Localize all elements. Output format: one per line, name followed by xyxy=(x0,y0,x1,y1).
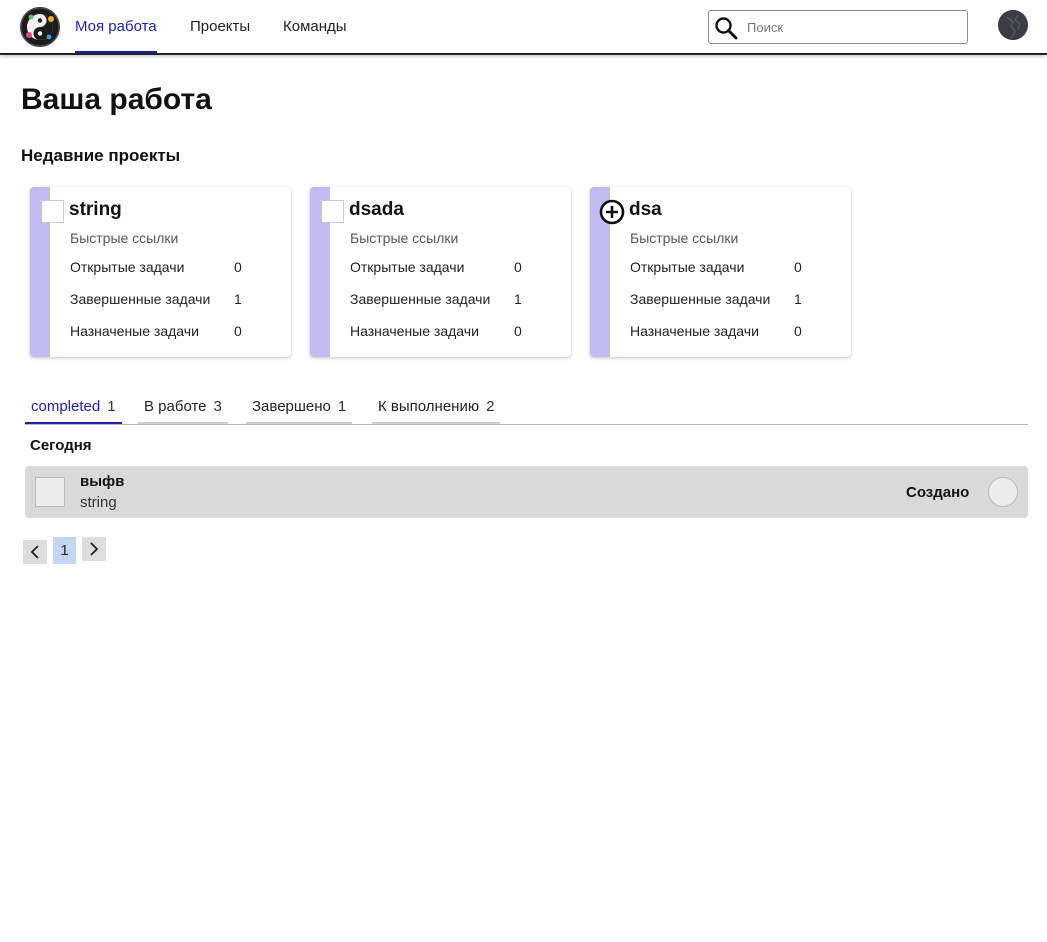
done-tasks-label: Завершенные задачи xyxy=(630,291,771,307)
assigned-tasks-label: Назначеные задачи xyxy=(350,323,479,339)
page-title: Ваша работа xyxy=(21,83,212,116)
project-card-dsada[interactable]: dsada Быстрые ссылки Открытые задачи 0 З… xyxy=(310,187,571,357)
page-number-current[interactable]: 1 xyxy=(53,537,76,564)
project-name[interactable]: dsa xyxy=(629,199,662,221)
task-project: string xyxy=(80,494,117,511)
task-status: Создано xyxy=(906,484,970,501)
open-tasks-label: Открытые задачи xyxy=(70,259,185,275)
quick-links-link[interactable]: Быстрые ссылки xyxy=(70,230,178,246)
assigned-tasks-label: Назначеные задачи xyxy=(630,323,759,339)
tab-to-do[interactable]: К выполнению 2 xyxy=(372,394,501,424)
tab-in-progress[interactable]: В работе 3 xyxy=(138,394,228,424)
chevron-left-icon xyxy=(30,545,39,559)
project-name[interactable]: string xyxy=(69,199,122,221)
open-tasks-label: Открытые задачи xyxy=(350,259,465,275)
quick-links-link[interactable]: Быстрые ссылки xyxy=(350,230,458,246)
next-page-button[interactable] xyxy=(82,537,106,561)
assignee-avatar xyxy=(988,477,1018,507)
project-card-dsa[interactable]: dsa Быстрые ссылки Открытые задачи 0 Зав… xyxy=(590,187,851,357)
nav-tab-my-work[interactable]: Моя работа xyxy=(75,0,157,53)
circle-plus-icon xyxy=(599,199,625,225)
tab-label: К выполнению xyxy=(378,398,480,415)
open-tasks-count: 0 xyxy=(514,259,522,275)
tab-count: 2 xyxy=(486,398,495,415)
assigned-tasks-count: 0 xyxy=(514,323,522,339)
search-icon[interactable] xyxy=(713,15,739,41)
tab-count: 1 xyxy=(337,398,347,415)
project-name[interactable]: dsada xyxy=(349,199,404,221)
broken-image-icon xyxy=(321,200,344,223)
prev-page-button[interactable] xyxy=(23,540,47,564)
search-input[interactable] xyxy=(745,16,960,38)
top-navigation-bar: Моя работа Проекты Команды xyxy=(0,0,1047,55)
broken-image-icon xyxy=(41,200,64,223)
task-row[interactable]: выфв string Создано xyxy=(25,466,1028,518)
tab-label: Завершено xyxy=(252,398,331,415)
task-title: выфв xyxy=(80,473,125,490)
chevron-right-icon xyxy=(90,542,99,556)
project-card-string[interactable]: string Быстрые ссылки Открытые задачи 0 … xyxy=(30,187,291,357)
status-tabs: completed 1 В работе 3 Завершено 1 К выполн… xyxy=(25,394,1028,425)
open-tasks-count: 0 xyxy=(794,259,802,275)
recent-projects-title: Недавние проекты xyxy=(21,146,181,165)
quick-links-link[interactable]: Быстрые ссылки xyxy=(630,230,738,246)
tab-count: 3 xyxy=(213,398,222,415)
tab-label: В работе xyxy=(144,398,207,415)
done-tasks-count: 1 xyxy=(234,291,242,307)
assigned-tasks-count: 0 xyxy=(234,323,242,339)
nav-tab-teams[interactable]: Команды xyxy=(283,0,347,53)
user-avatar[interactable] xyxy=(998,10,1028,40)
tab-completed[interactable]: completed 1 xyxy=(25,394,122,424)
done-tasks-count: 1 xyxy=(794,291,802,307)
tab-label: completed xyxy=(31,398,101,415)
tab-done[interactable]: Завершено 1 xyxy=(246,394,353,424)
assigned-tasks-count: 0 xyxy=(794,323,802,339)
open-tasks-count: 0 xyxy=(234,259,242,275)
broken-image-icon xyxy=(35,477,65,507)
tab-count: 1 xyxy=(107,398,116,415)
done-tasks-label: Завершенные задачи xyxy=(350,291,491,307)
assigned-tasks-label: Назначеные задачи xyxy=(70,323,199,339)
open-tasks-label: Открытые задачи xyxy=(630,259,745,275)
nav-tab-projects[interactable]: Проекты xyxy=(190,0,250,53)
done-tasks-count: 1 xyxy=(514,291,522,307)
done-tasks-label: Завершенные задачи xyxy=(70,291,211,307)
task-group-title: Сегодня xyxy=(30,437,92,454)
search-box xyxy=(708,10,968,44)
app-logo-icon[interactable] xyxy=(20,7,60,47)
